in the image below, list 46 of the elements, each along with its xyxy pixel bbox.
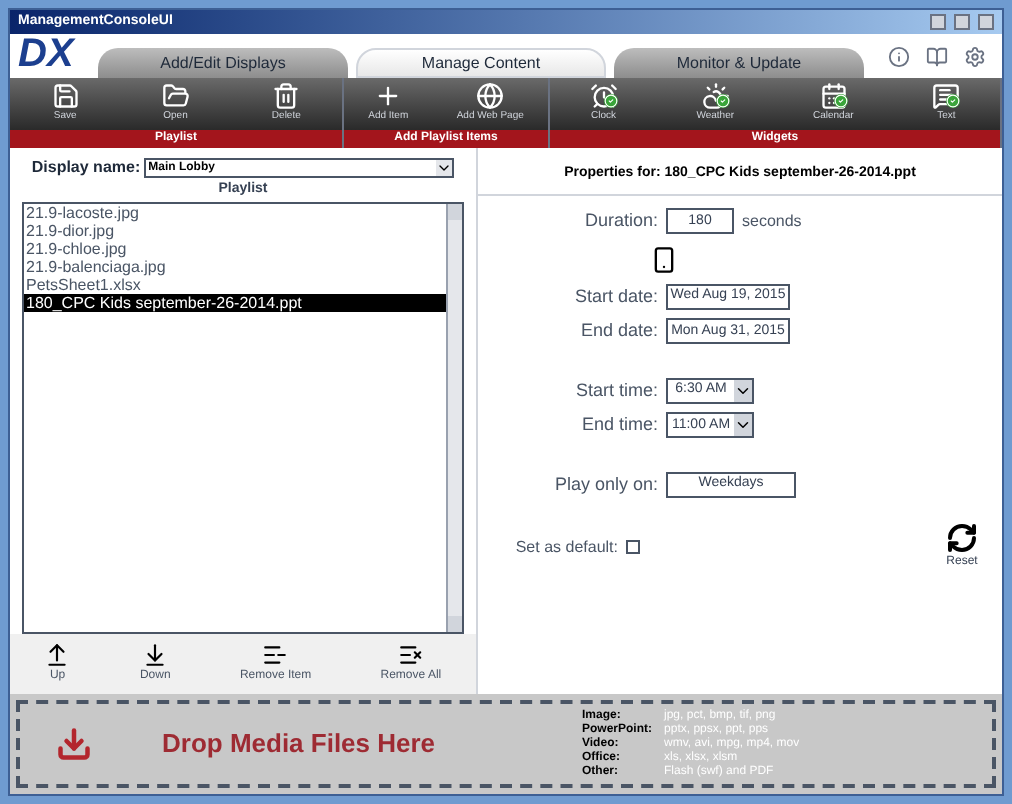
settings-icon[interactable] xyxy=(964,46,986,68)
tab[interactable]: Add/Edit Displays xyxy=(98,48,348,78)
cloud-sun-icon xyxy=(701,82,730,111)
unit-label: seconds xyxy=(742,209,802,234)
text-message-icon xyxy=(932,82,961,111)
save-icon xyxy=(51,82,80,111)
list-minus-icon xyxy=(262,642,289,668)
maximize-button[interactable] xyxy=(954,14,970,30)
globe-icon xyxy=(476,82,505,111)
trash-icon xyxy=(272,82,301,111)
move-up-icon xyxy=(44,642,71,668)
playlist-item[interactable]: 180_CPC Kids september-26-2014.ppt xyxy=(24,293,446,311)
list-clear-icon xyxy=(397,642,424,668)
move-down-icon xyxy=(142,642,169,668)
caret-icon xyxy=(436,160,453,176)
minimize-button[interactable] xyxy=(930,14,946,30)
download-tray-icon xyxy=(56,726,92,762)
field-label: End date: xyxy=(578,318,658,344)
playlist-item[interactable]: 21.9-dior.jpg xyxy=(24,221,446,239)
alarm-clock-icon xyxy=(589,82,618,111)
checkbox[interactable] xyxy=(626,540,640,554)
close-button[interactable] xyxy=(978,14,994,30)
tab[interactable]: Manage Content xyxy=(356,48,606,78)
calendar-icon xyxy=(819,82,848,111)
field-label: Play only on: xyxy=(552,471,658,498)
tab[interactable]: Monitor & Update xyxy=(614,48,864,78)
logo: DX xyxy=(16,34,78,78)
field-label: Start date: xyxy=(572,283,658,309)
caret-icon xyxy=(734,379,752,402)
info-icon[interactable] xyxy=(888,46,910,68)
playlist-item[interactable]: PetsSheet1.xlsx xyxy=(24,275,446,293)
display-name-label: Display name: xyxy=(31,156,141,180)
caret-icon xyxy=(734,414,752,437)
field-label: Duration: xyxy=(582,208,658,234)
refresh-icon xyxy=(946,522,978,554)
field-label: Start time: xyxy=(573,377,658,403)
playlist-item[interactable]: 21.9-lacoste.jpg xyxy=(24,203,446,221)
playlist-item[interactable]: 21.9-chloe.jpg xyxy=(24,239,446,257)
book-icon[interactable] xyxy=(926,46,948,68)
playlist-item[interactable]: 21.9-balenciaga.jpg xyxy=(24,257,446,275)
field-label: End time: xyxy=(579,412,658,438)
drop-label: Drop Media Files Here xyxy=(162,726,438,763)
scrollbar[interactable] xyxy=(446,203,462,632)
folder-icon xyxy=(161,82,190,111)
field-label: Set as default: xyxy=(513,535,618,559)
plus-icon xyxy=(374,82,403,111)
